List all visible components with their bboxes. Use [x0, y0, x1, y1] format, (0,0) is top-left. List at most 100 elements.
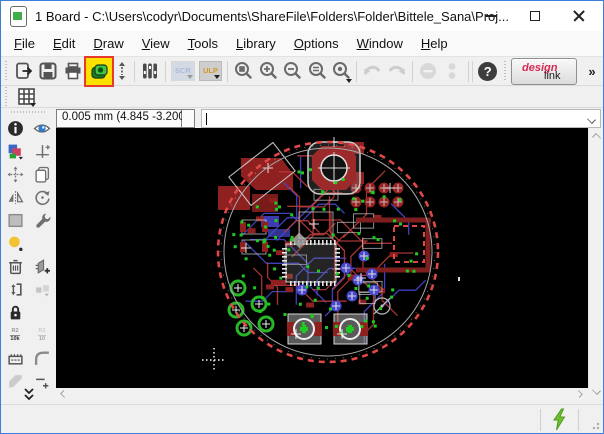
rotate-button[interactable] [30, 186, 54, 209]
print-button[interactable] [61, 59, 85, 84]
status-bar [1, 404, 603, 433]
command-input[interactable] [201, 109, 601, 128]
stop-icon [417, 60, 439, 82]
board-icon [89, 61, 110, 82]
menu-library[interactable]: Library [227, 33, 285, 54]
smash-icon [7, 350, 24, 367]
grid-button[interactable] [14, 85, 39, 110]
traffic-light-button[interactable] [440, 59, 464, 84]
open-board-icon [14, 61, 34, 81]
window-title: 1 Board - C:\Users\codyr\Documents\Share… [35, 9, 509, 24]
copy-button[interactable] [30, 163, 54, 186]
resize-grip[interactable] [590, 420, 600, 430]
traffic-light-icon [441, 60, 463, 82]
copy-icon [34, 166, 51, 183]
help-button[interactable]: ? [476, 59, 500, 84]
mark-origin-button[interactable] [113, 59, 131, 84]
minimize-icon [486, 15, 497, 16]
name-icon: R2 10k [10, 329, 19, 342]
delete-button[interactable] [3, 255, 27, 278]
sidebar-grip[interactable] [11, 110, 46, 115]
menu-draw[interactable]: Draw [84, 33, 132, 54]
menu-options[interactable]: Options [285, 33, 348, 54]
menu-file[interactable]: File [5, 33, 44, 54]
close-button[interactable] [557, 1, 601, 31]
ulp-label: ULP [203, 66, 218, 75]
zoom-in-button[interactable] [256, 59, 280, 84]
menu-edit[interactable]: Edit [44, 33, 84, 54]
miter-button[interactable] [30, 347, 54, 370]
toolbar-overflow-chevron[interactable]: » [581, 64, 603, 79]
design-link-button[interactable]: design link [511, 58, 577, 85]
more-tools-button[interactable] [1, 387, 56, 402]
menu-help[interactable]: Help [412, 33, 457, 54]
script-button[interactable]: SCR [171, 61, 194, 81]
menu-tools[interactable]: Tools [179, 33, 227, 54]
minimize-button[interactable] [469, 1, 513, 31]
horizontal-scrollbar[interactable] [56, 388, 590, 400]
add-part-button[interactable] [30, 255, 54, 278]
grid-dropdown-icon [30, 103, 36, 107]
info-icon [7, 120, 24, 137]
mirror-icon [7, 189, 24, 206]
toolbar-grip-2[interactable] [502, 61, 509, 81]
board-canvas[interactable] [56, 128, 590, 388]
coordinate-splitter[interactable] [182, 109, 195, 128]
vertical-scrollbar[interactable] [588, 128, 603, 400]
lock-button[interactable] [3, 301, 27, 324]
display-layers-button[interactable] [3, 140, 27, 163]
toolbar-grip[interactable] [3, 61, 10, 81]
ulp-button[interactable]: ULP [199, 61, 222, 81]
grid-toolbar [1, 87, 603, 108]
menu-view[interactable]: View [133, 33, 179, 54]
layer-settings-icon [140, 61, 160, 81]
value-button[interactable]: R2 10 [30, 324, 54, 347]
drc-lightning-icon[interactable] [551, 408, 567, 434]
zoom-fit-icon [232, 60, 254, 82]
main-toolbar: SCR ULP [1, 56, 603, 86]
scroll-up-icon[interactable] [592, 133, 601, 142]
mark-origin-icon [115, 61, 129, 81]
parameter-bar: 0.005 mm (4.845 -3.200) [56, 108, 603, 128]
zoom-redraw-button[interactable] [329, 59, 353, 84]
scroll-left-icon[interactable] [60, 390, 68, 398]
switch-board-button-highlighted[interactable] [86, 58, 112, 85]
zoom-out-icon [281, 60, 303, 82]
paste-button[interactable] [3, 232, 27, 255]
toolbar2-grip[interactable] [3, 87, 10, 107]
change-button[interactable] [30, 209, 54, 232]
change-wrench-icon [34, 212, 51, 229]
scr-label: SCR [175, 66, 191, 75]
value-icon: R2 10 [38, 329, 45, 342]
save-button[interactable] [36, 59, 60, 84]
gateswap-icon [34, 281, 51, 298]
undo-button[interactable] [360, 59, 384, 84]
zoom-select-icon [306, 60, 328, 82]
zoom-out-button[interactable] [280, 59, 304, 84]
mirror-button[interactable] [3, 186, 27, 209]
smash-button[interactable] [3, 347, 27, 370]
title-bar: 1 Board - C:\Users\codyr\Documents\Share… [1, 1, 603, 31]
group-button[interactable] [3, 209, 27, 232]
stop-button[interactable] [416, 59, 440, 84]
delete-trash-icon [7, 258, 24, 275]
mark-button[interactable] [30, 140, 54, 163]
name-button[interactable]: R2 10k [3, 324, 27, 347]
zoom-select-button[interactable] [304, 59, 328, 84]
layer-settings-button[interactable] [138, 59, 162, 84]
pinswap-button[interactable] [3, 278, 27, 301]
scroll-right-icon[interactable] [575, 390, 583, 398]
redo-button[interactable] [384, 59, 408, 84]
zoom-fit-button[interactable] [231, 59, 255, 84]
move-button[interactable] [3, 163, 27, 186]
show-button[interactable] [30, 117, 54, 140]
zoom-redraw-dropdown-icon [346, 79, 352, 83]
scroll-down-icon[interactable] [592, 386, 601, 395]
open-button[interactable] [12, 59, 36, 84]
command-dropdown-icon[interactable] [587, 115, 596, 124]
maximize-button[interactable] [513, 1, 557, 31]
gateswap-button[interactable] [30, 278, 54, 301]
menu-window[interactable]: Window [348, 33, 412, 54]
zoom-in-icon [257, 60, 279, 82]
info-button[interactable] [3, 117, 27, 140]
